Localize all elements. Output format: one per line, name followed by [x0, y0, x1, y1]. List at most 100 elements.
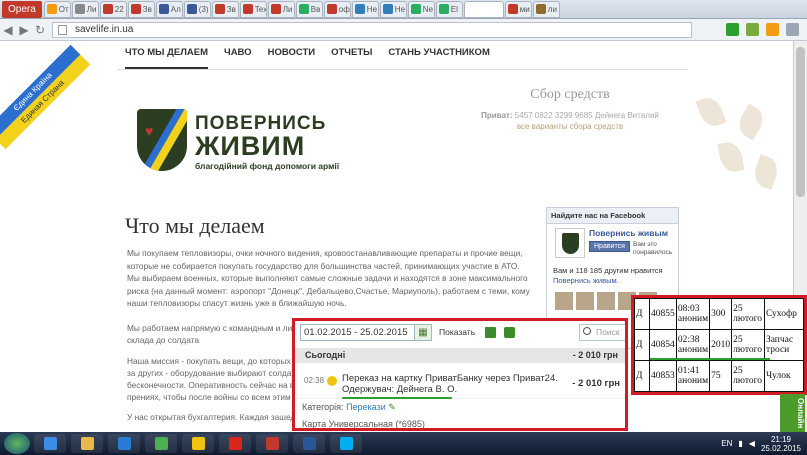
browser-tab[interactable]: 22: [99, 0, 127, 18]
search-placeholder: Поиск: [596, 327, 620, 337]
browser-tab[interactable]: Ne: [407, 0, 435, 18]
clock-time: 21:19: [770, 434, 791, 444]
scrollbar-thumb[interactable]: [796, 47, 805, 197]
start-button[interactable]: [4, 433, 30, 454]
clock-date: 25.02.2015: [760, 443, 801, 453]
explorer-icon: [80, 437, 94, 450]
facebook-page-name[interactable]: Повернись живым: [589, 228, 668, 238]
favicon-icon: [438, 4, 449, 14]
windows-taskbar: EN ▮ ◀ 21:19 25.02.2015: [0, 432, 807, 455]
today-amount: - 2 010: [572, 350, 601, 360]
browser-tab[interactable]: Вв: [295, 0, 323, 18]
transaction-row[interactable]: 02:38 Переказ на картку ПриватБанку чере…: [295, 369, 625, 399]
ledger-cell: 25 лютого: [731, 329, 765, 361]
opera-menu-button[interactable]: Opera: [2, 0, 42, 18]
today-label: Сьогодні: [305, 350, 346, 360]
reload-icon[interactable]: ↻: [32, 23, 48, 37]
browser-tab[interactable]: El: [435, 0, 463, 18]
forward-icon[interactable]: ▶: [16, 23, 32, 37]
site-logo[interactable]: ♥ ПОВЕРНИСЬ ЖИВИМ благодійний фонд допом…: [137, 109, 339, 171]
like-count-text: Вам и 118 185 другим нравится: [553, 266, 663, 275]
network-icon[interactable]: ▮: [738, 439, 742, 448]
favicon-icon: [130, 4, 141, 14]
download-icon[interactable]: [746, 23, 759, 36]
browser-tab[interactable]: Ли: [71, 0, 99, 18]
browser-tab[interactable]: Не: [351, 0, 379, 18]
ledger-row: Д 40854 02:38 аноним 2010 25 лютого Запчас тр…: [634, 329, 804, 361]
browser-tab[interactable]: ли: [532, 0, 560, 18]
browser-tab[interactable]: (3): [183, 0, 211, 18]
menu-item-faq[interactable]: ЧАВО: [224, 47, 252, 69]
favicon-icon: [270, 4, 281, 14]
category-value[interactable]: Перекази: [346, 402, 386, 412]
print-icon[interactable]: [504, 327, 515, 338]
favicon-icon: [466, 4, 477, 14]
search-input[interactable]: Поиск: [579, 324, 625, 341]
date-range-input[interactable]: 01.02.2015 - 25.02.2015: [300, 324, 415, 341]
transaction-amount: - 2 010 грн: [572, 378, 620, 389]
taskbar-app-opera[interactable]: [256, 434, 288, 453]
search-icon: [583, 327, 591, 335]
heart-icon: ♥: [145, 123, 154, 139]
tab-label: He: [394, 4, 406, 14]
favicon-icon: [74, 4, 85, 14]
volume-icon[interactable]: ◀: [749, 439, 755, 448]
browser-tab[interactable]: ми: [504, 0, 532, 18]
browser-tab[interactable]: Ал: [155, 0, 183, 18]
browser-tab[interactable]: He: [379, 0, 407, 18]
taskbar-app-yandex[interactable]: [219, 434, 251, 453]
back-icon[interactable]: ◀: [0, 23, 16, 37]
online-side-tab[interactable]: Онлайн: [780, 394, 805, 432]
edit-icon[interactable]: ✎: [388, 402, 396, 412]
yandex-icon: [228, 437, 242, 450]
browser-tab[interactable]: Ли: [267, 0, 295, 18]
facebook-like-button[interactable]: Нравится: [589, 241, 630, 252]
menu-divider: [118, 69, 688, 70]
today-currency: грн: [603, 350, 618, 360]
amount-value: - 2 010: [572, 378, 602, 389]
taskbar-apps: [34, 434, 367, 453]
ledger-cell: 2010: [709, 329, 733, 361]
browser-tab[interactable]: Зв: [127, 0, 155, 18]
clock[interactable]: 21:19 25.02.2015: [761, 435, 801, 453]
taskbar-app-aimp[interactable]: [182, 434, 214, 453]
browser-tab[interactable]: Tex: [239, 0, 267, 18]
menu-item-what-we-do[interactable]: ЧТО МЫ ДЕЛАЕМ: [125, 47, 209, 69]
transaction-description: Переказ на картку ПриватБанку через Прив…: [342, 373, 558, 395]
like-count-link[interactable]: Повернись живым.: [553, 276, 619, 285]
paragraph-intro: Мы покупаем тепловизоры, очки ночного ви…: [127, 248, 530, 309]
taskbar-app-word[interactable]: [293, 434, 325, 453]
facebook-like-count: Вам и 118 185 другим нравится Повернись …: [553, 266, 663, 286]
tab-label: Ли: [282, 4, 293, 14]
menu-item-join[interactable]: СТАНЬ УЧАСТНИКОМ: [388, 47, 489, 69]
favicon-icon: [507, 4, 518, 14]
browser-tab[interactable]: [463, 0, 504, 18]
download-icon[interactable]: [726, 23, 739, 36]
menu-icon[interactable]: [786, 23, 799, 36]
taskbar-app-chrome[interactable]: [145, 434, 177, 453]
ledger-cell: 40854: [648, 329, 677, 361]
address-bar[interactable]: savelife.in.ua: [52, 21, 692, 38]
taskbar-app-skype[interactable]: [330, 434, 362, 453]
tab-label: оф: [338, 4, 350, 14]
browser-tab[interactable]: От: [43, 0, 71, 18]
ledger-cell: 300: [709, 298, 733, 330]
excel-export-icon[interactable]: [485, 327, 496, 338]
tab-label: Ал: [170, 4, 181, 14]
show-button[interactable]: Показать: [439, 324, 475, 341]
menu-item-news[interactable]: НОВОСТИ: [268, 47, 316, 69]
all-options-link[interactable]: все варианты сбора средств: [470, 122, 670, 131]
extension-icon[interactable]: [766, 23, 779, 36]
menu-item-reports[interactable]: ОТЧЕТЫ: [331, 47, 372, 69]
calendar-icon[interactable]: ▦: [414, 324, 432, 341]
taskbar-app-media[interactable]: [108, 434, 140, 453]
facebook-page-avatar[interactable]: [555, 228, 585, 258]
language-indicator[interactable]: EN: [721, 439, 732, 448]
tab-label: El: [450, 4, 458, 14]
privat-label: Приват:: [481, 111, 513, 120]
taskbar-app-explorer[interactable]: [71, 434, 103, 453]
browser-tab[interactable]: оф: [323, 0, 351, 18]
taskbar-app-ie[interactable]: [34, 434, 66, 453]
browser-tab[interactable]: Зв: [211, 0, 239, 18]
tab-label: Ne: [422, 4, 434, 14]
